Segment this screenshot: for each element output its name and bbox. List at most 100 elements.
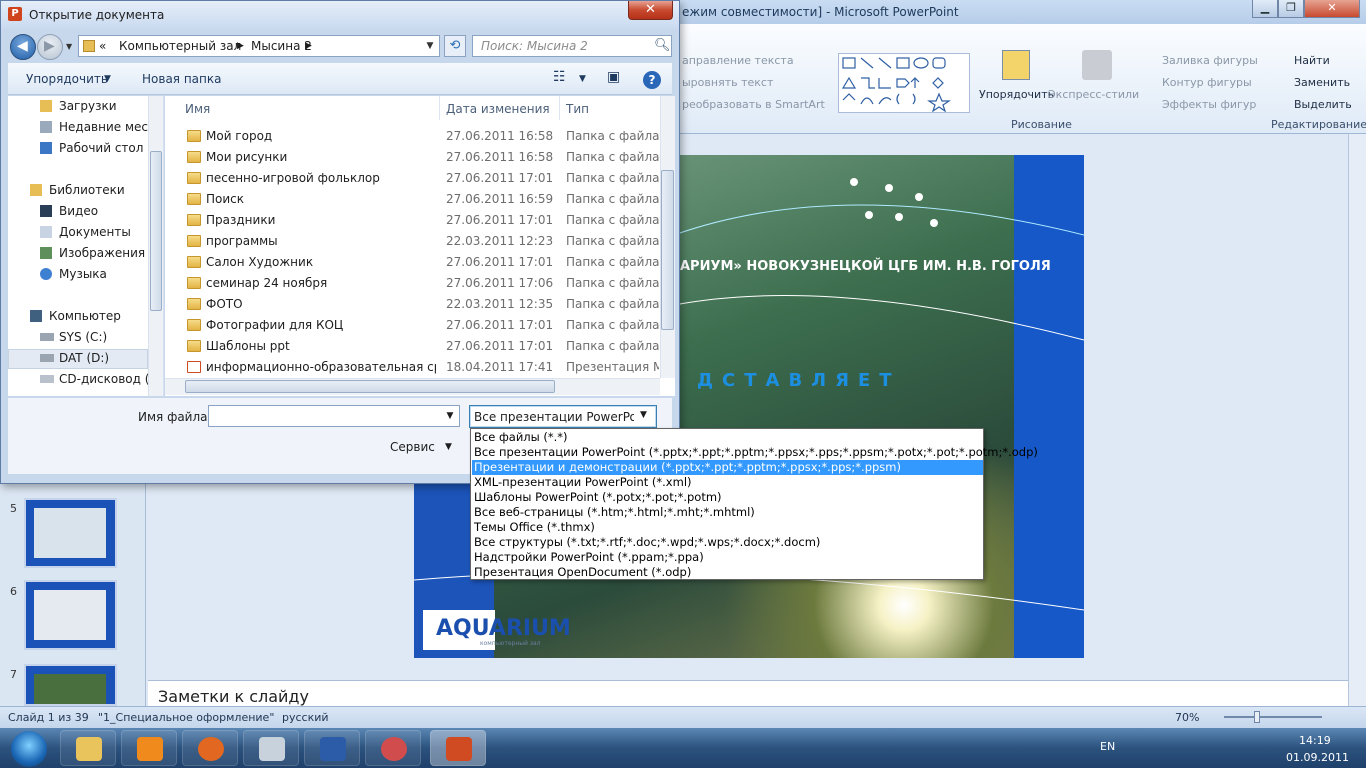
filetype-option[interactable]: Темы Office (*.thmx) [472,520,983,535]
shapes-gallery[interactable] [838,53,970,113]
file-row[interactable]: Мой город 27.06.2011 16:58 Папка с файлами [165,126,660,147]
align-text-button[interactable]: ыровнять текст [682,76,773,89]
nav-video[interactable]: Видео [59,204,98,218]
service-button[interactable]: Сервис [390,440,435,454]
nav-drive-d[interactable]: DAT (D:) [59,351,109,365]
status-language[interactable]: русский [282,711,329,724]
nav-drive-c[interactable]: SYS (C:) [59,330,107,344]
slide-thumbnail-6[interactable] [24,580,117,650]
breadcrumb-computer-lab[interactable]: Компьютерный зал [119,39,241,53]
canvas-scrollbar[interactable] [1348,134,1366,706]
nav-music[interactable]: Музыка [59,267,107,281]
close-button[interactable]: ✕ [1304,0,1360,18]
quick-styles-button[interactable]: Экспресс-стили [1048,88,1139,101]
filetype-option[interactable]: Презентация OpenDocument (*.odp) [472,565,983,580]
select-button[interactable]: Выделить [1294,98,1352,111]
filetype-option[interactable]: Надстройки PowerPoint (*.ppam;*.ppa) [472,550,983,565]
breadcrumb-mysina[interactable]: Мысина 2 [251,39,312,53]
file-list-scroll-thumb[interactable] [661,170,674,330]
file-row[interactable]: Шаблоны ppt 27.06.2011 17:01 Папка с файла… [165,336,660,357]
nav-pictures[interactable]: Изображения [59,246,145,260]
help-button[interactable]: ? [643,71,661,89]
taskbar-snipping[interactable] [365,730,421,766]
minimize-button[interactable]: ▁ [1252,0,1278,18]
documents-icon [40,226,52,238]
language-indicator[interactable]: EN [1100,740,1115,753]
text-direction-button[interactable]: аправление текста [682,54,794,67]
view-dropdown-icon[interactable]: ▼ [579,74,586,84]
arrange-button[interactable]: Упорядочить [979,88,1054,101]
clock-time[interactable]: 14:19 [1299,734,1331,747]
view-options-icon[interactable]: ☷ [553,69,566,85]
nav-cd-drive[interactable]: CD-дисковод (E: [59,372,161,386]
restore-button[interactable]: ❐ [1278,0,1304,18]
file-row[interactable]: ФОТО 22.03.2011 12:35 Папка с файлами [165,294,660,315]
forward-button[interactable]: ▶ [37,34,63,60]
preview-pane-icon[interactable]: ▣ [607,69,620,85]
organize-button[interactable]: Упорядочить [26,72,108,86]
filetype-option[interactable]: Презентации и демонстрации (*.pptx;*.ppt… [472,460,983,475]
refresh-button[interactable]: ⟲ [444,35,466,57]
column-type[interactable]: Тип [566,102,589,116]
nav-computer[interactable]: Компьютер [49,309,121,323]
slide-thumbnail-5[interactable] [24,498,117,568]
search-box[interactable]: Поиск: Мысина 2 [472,35,672,57]
filename-input[interactable] [208,405,460,427]
file-row[interactable]: Праздники 27.06.2011 17:01 Папка с файлами [165,210,660,231]
address-bar[interactable]: « Компьютерный зал ▶ Мысина 2 ▶ [78,35,440,57]
taskbar-powerpoint[interactable] [430,730,486,766]
start-button[interactable] [2,729,56,767]
convert-smartart-button[interactable]: реобразовать в SmartArt [682,98,825,111]
dialog-close-button[interactable]: ✕ [628,1,673,20]
back-button[interactable]: ◀ [10,34,36,60]
address-dropdown[interactable]: ▼ [420,35,440,57]
filetype-option[interactable]: Все файлы (*.*) [472,430,983,445]
nav-downloads[interactable]: Загрузки [59,99,117,113]
taskbar-media-player[interactable] [121,730,177,766]
file-row[interactable]: Фотографии для КОЦ 27.06.2011 17:01 Папка … [165,315,660,336]
clock-date[interactable]: 01.09.2011 [1286,751,1349,764]
filetype-option[interactable]: XML-презентации PowerPoint (*.xml) [472,475,983,490]
file-row[interactable]: Салон Художник 27.06.2011 17:01 Папка с фа… [165,252,660,273]
folder-icon [187,235,201,247]
column-date[interactable]: Дата изменения [446,102,550,116]
new-folder-button[interactable]: Новая папка [142,72,221,86]
slide-thumbnail-7[interactable] [24,664,117,706]
file-row[interactable]: Мои рисунки 27.06.2011 16:58 Папка с файла… [165,147,660,168]
history-dropdown[interactable]: ▼ [66,42,72,51]
filetype-option[interactable]: Шаблоны PowerPoint (*.potx;*.pot;*.potm) [472,490,983,505]
zoom-slider[interactable] [1210,711,1335,723]
chevron-down-icon[interactable]: ▼ [445,442,452,452]
search-icon[interactable]: 🔍︎ [654,38,671,53]
zoom-level[interactable]: 70% [1175,711,1199,724]
nav-documents[interactable]: Документы [59,225,131,239]
taskbar-explorer[interactable] [60,730,116,766]
column-name[interactable]: Имя [185,102,210,116]
file-row[interactable]: песенно-игровой фольклор 27.06.2011 17:01… [165,168,660,189]
arrange-icon[interactable] [1002,50,1030,80]
filetype-option[interactable]: Все структуры (*.txt;*.rtf;*.doc;*.wpd;*… [472,535,983,550]
notes-pane[interactable]: Заметки к слайду [148,680,1348,706]
nav-desktop[interactable]: Рабочий стол [59,141,143,155]
nav-libraries[interactable]: Библиотеки [49,183,125,197]
file-row[interactable]: программы 22.03.2011 12:23 Папка с файлами [165,231,660,252]
shape-outline-button[interactable]: Контур фигуры [1162,76,1252,89]
file-row[interactable]: семинар 24 ноября 27.06.2011 17:06 Папка с… [165,273,660,294]
replace-button[interactable]: Заменить [1294,76,1350,89]
filetype-option[interactable]: Все веб-страницы (*.htm;*.html;*.mht;*.m… [472,505,983,520]
file-row[interactable]: информационно-образовательная сре... 18.0… [165,357,660,378]
filetype-select[interactable]: Все презентации PowerPoint ( ▼ [469,405,657,428]
taskbar-calculator[interactable] [243,730,299,766]
file-row[interactable]: Поиск 27.06.2011 16:59 Папка с файлами [165,189,660,210]
taskbar-firefox[interactable] [182,730,238,766]
nav-recent-places[interactable]: Недавние места [59,120,162,134]
nav-scrollbar[interactable] [148,96,163,396]
shape-fill-button[interactable]: Заливка фигуры [1162,54,1258,67]
file-list-hscroll-thumb[interactable] [185,380,555,393]
filename-dropdown-icon[interactable]: ▼ [441,406,459,426]
quick-styles-icon[interactable] [1082,50,1112,80]
find-button[interactable]: Найти [1294,54,1330,67]
taskbar-word[interactable] [304,730,360,766]
shape-effects-button[interactable]: Эффекты фигур [1162,98,1256,111]
filetype-option[interactable]: Все презентации PowerPoint (*.pptx;*.ppt… [472,445,1038,460]
